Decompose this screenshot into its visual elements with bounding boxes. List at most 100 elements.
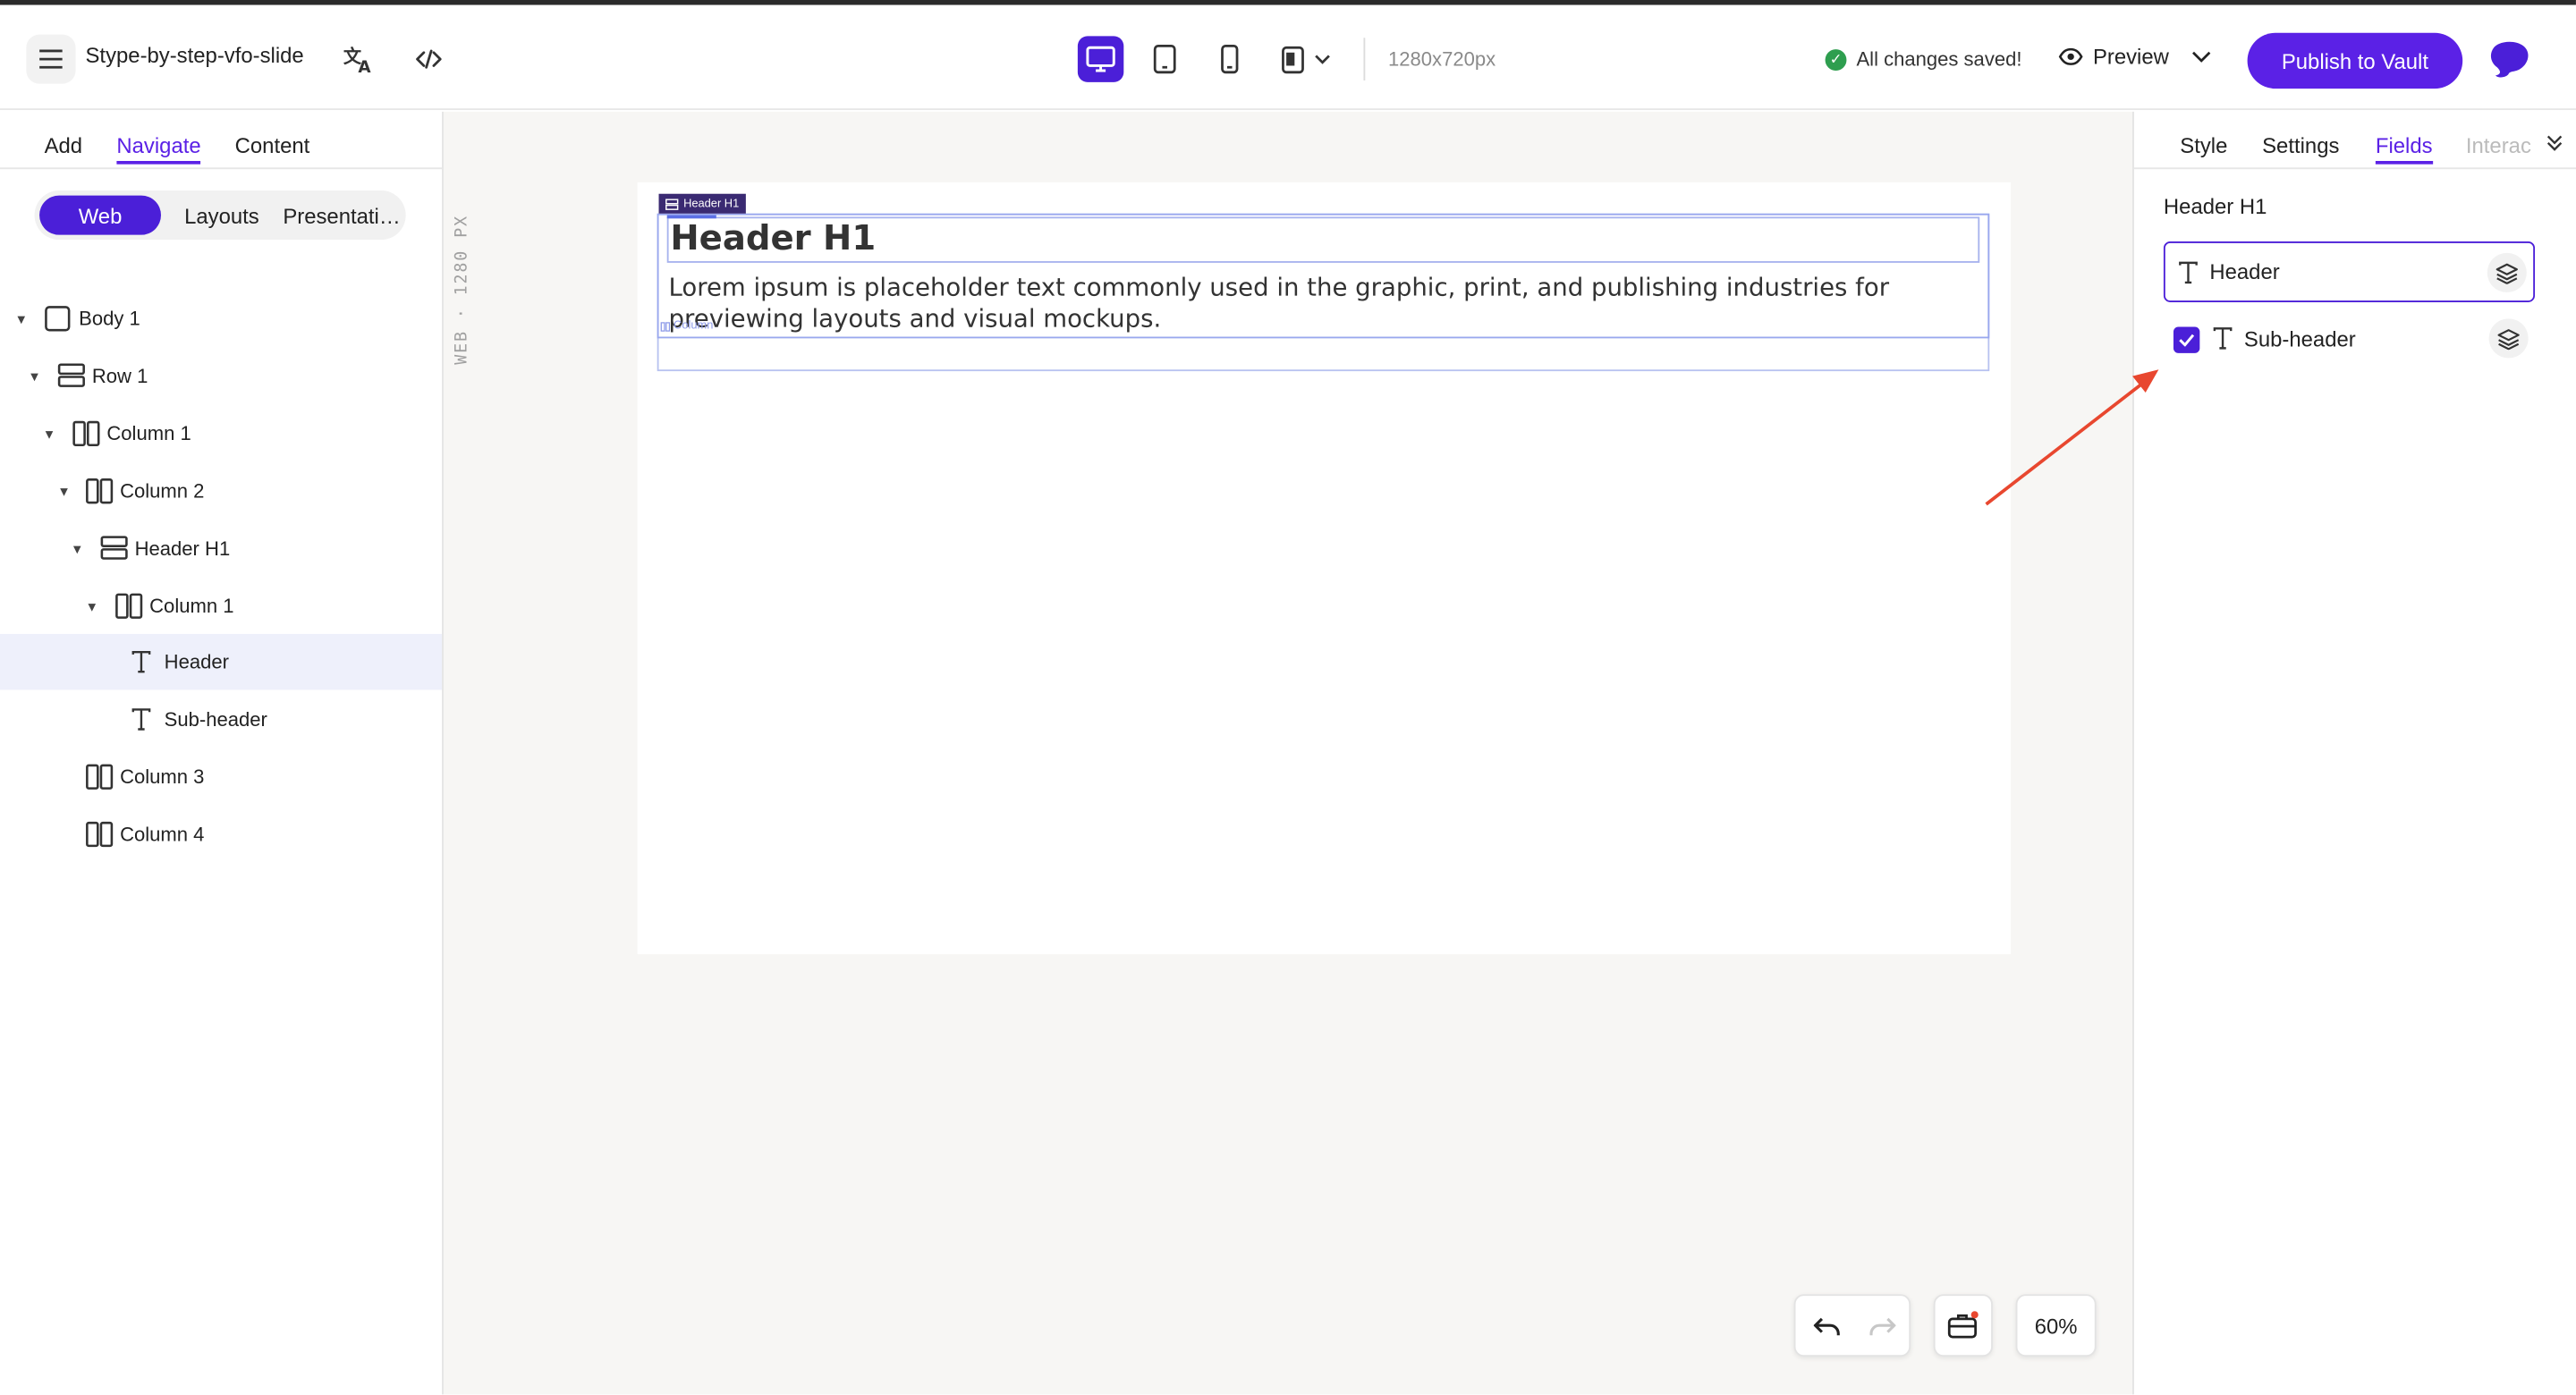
caret-down-icon[interactable]: ▼	[43, 427, 56, 443]
eye-icon	[2058, 47, 2083, 65]
tree-item-label: Header	[164, 650, 229, 674]
preview-button[interactable]: Preview	[2058, 44, 2211, 70]
history-controls	[1793, 1294, 1911, 1357]
fields-panel-title: Header H1	[2163, 193, 2267, 219]
preview-chevron-down-icon	[2192, 50, 2211, 62]
tree-item-label: Sub-header	[164, 707, 267, 731]
tab-fields[interactable]: Fields	[2375, 133, 2433, 165]
tree-item[interactable]: Column 4	[0, 807, 442, 862]
redo-icon	[1869, 1317, 1896, 1336]
checkmark-icon	[2179, 334, 2195, 347]
row-icon	[57, 363, 85, 393]
caret-down-icon[interactable]: ▼	[86, 599, 99, 614]
column-icon	[86, 821, 114, 852]
selection-tag-label: Header H1	[683, 198, 740, 210]
column-tag-icon	[660, 321, 671, 331]
tree-item-label: Column 1	[149, 594, 234, 618]
layers-icon[interactable]	[2488, 318, 2529, 359]
tree-item[interactable]: ▼ Column 2	[0, 463, 442, 519]
right-panel: Style Settings Fields Interac Header H1 …	[2132, 111, 2576, 1395]
tree-item[interactable]: ▼ Column 1	[0, 579, 442, 634]
mobile-icon	[1220, 45, 1238, 74]
undo-icon	[1813, 1317, 1840, 1336]
tree-item[interactable]: ▼ Body 1	[0, 291, 442, 346]
field-checkbox[interactable]	[2173, 326, 2200, 353]
slide-header-text[interactable]: Header H1	[670, 218, 876, 258]
tree-item[interactable]: Sub-header	[0, 691, 442, 747]
tree-item-label: Column 3	[120, 765, 205, 789]
tabs-chevron-down-icon[interactable]	[2545, 131, 2568, 155]
tree-item[interactable]: ▼ Column 1	[0, 406, 442, 461]
tree-item-label: Body 1	[79, 307, 140, 331]
save-status-text: All changes saved!	[1856, 47, 2022, 71]
caret-down-icon[interactable]: ▼	[57, 485, 71, 500]
caret-down-icon[interactable]: ▼	[15, 312, 29, 327]
tree-item[interactable]: Header	[0, 633, 443, 690]
brand-logo-icon[interactable]	[2487, 38, 2533, 80]
tablet-view-button[interactable]	[1142, 36, 1188, 81]
annotation-arrow-icon	[1985, 369, 2159, 506]
segment-presentation[interactable]: Presentati…	[281, 196, 402, 235]
row-icon	[100, 536, 128, 565]
column-tag-label: Column	[674, 320, 714, 333]
tab-content[interactable]: Content	[235, 133, 310, 158]
code-icon[interactable]	[411, 41, 446, 77]
assets-button[interactable]	[1933, 1294, 1993, 1357]
field-row-header[interactable]: Header	[2163, 241, 2536, 302]
field-label: Header	[2209, 259, 2280, 284]
view-segmented-control: Web Layouts Presentati…	[34, 190, 406, 241]
tree-item[interactable]: ▼ Row 1	[0, 348, 442, 403]
project-name[interactable]: Stype-by-step-vfo-slide	[86, 43, 304, 68]
column-icon	[72, 420, 100, 452]
toolbar-divider	[1363, 38, 1366, 80]
caret-down-icon[interactable]: ▼	[71, 542, 84, 557]
column-icon	[115, 593, 143, 624]
field-row-sub-header[interactable]: Sub-header	[2164, 309, 2535, 369]
top-toolbar: Stype-by-step-vfo-slide 文A 1280x720px ✓ …	[0, 0, 2576, 111]
tree-item[interactable]: Column 3	[0, 749, 442, 805]
row-tag-icon	[665, 198, 679, 209]
text-icon	[2213, 327, 2233, 350]
translate-icon[interactable]: 文A	[342, 41, 377, 77]
selection-tag[interactable]: Header H1	[658, 193, 746, 214]
redo-button[interactable]	[1865, 1309, 1901, 1345]
tab-interactions[interactable]: Interac	[2466, 133, 2531, 158]
svg-text:A: A	[358, 58, 371, 74]
desktop-view-button[interactable]	[1077, 36, 1124, 82]
device-chevron-down-icon	[1282, 46, 1330, 74]
tree-item-label: Column 4	[120, 823, 205, 846]
tablet-icon	[1153, 45, 1176, 74]
save-status: ✓ All changes saved!	[1825, 47, 2022, 71]
segment-layouts[interactable]: Layouts	[166, 196, 278, 235]
mobile-view-button[interactable]	[1206, 36, 1251, 81]
desktop-icon	[1086, 46, 1115, 72]
segment-web[interactable]: Web	[39, 195, 161, 235]
right-panel-tabs: Style Settings Fields Interac	[2133, 112, 2576, 170]
tree-item-label: Column 1	[106, 422, 191, 445]
saved-check-icon: ✓	[1825, 48, 1847, 71]
tab-add[interactable]: Add	[45, 133, 83, 158]
tree-item-label: Row 1	[91, 364, 148, 388]
tree-item-label: Column 2	[120, 479, 205, 503]
more-devices-dropdown[interactable]	[1270, 36, 1343, 81]
undo-button[interactable]	[1809, 1309, 1844, 1345]
zoom-level-button[interactable]: 60%	[2015, 1294, 2097, 1357]
slide-subheader-text[interactable]: Lorem ipsum is placeholder text commonly…	[669, 273, 1983, 335]
resolution-label: 1280x720px	[1388, 47, 1496, 71]
field-label: Sub-header	[2243, 326, 2356, 352]
column-tag[interactable]: Column	[660, 320, 713, 332]
briefcase-icon	[1947, 1311, 1979, 1339]
text-icon	[131, 708, 151, 736]
column-icon	[86, 478, 114, 509]
preview-label: Preview	[2092, 44, 2169, 70]
tab-style[interactable]: Style	[2180, 133, 2227, 158]
menu-icon[interactable]	[26, 34, 76, 84]
tree-item[interactable]: ▼ Header H1	[0, 520, 442, 576]
canvas-ruler-label: WEB · 1280 PX	[453, 215, 472, 365]
layers-icon[interactable]	[2487, 252, 2527, 292]
column-icon	[86, 764, 114, 795]
caret-down-icon[interactable]: ▼	[28, 369, 41, 385]
publish-button[interactable]: Publish to Vault	[2247, 32, 2463, 89]
tab-settings[interactable]: Settings	[2262, 133, 2339, 158]
tab-navigate[interactable]: Navigate	[116, 133, 201, 165]
